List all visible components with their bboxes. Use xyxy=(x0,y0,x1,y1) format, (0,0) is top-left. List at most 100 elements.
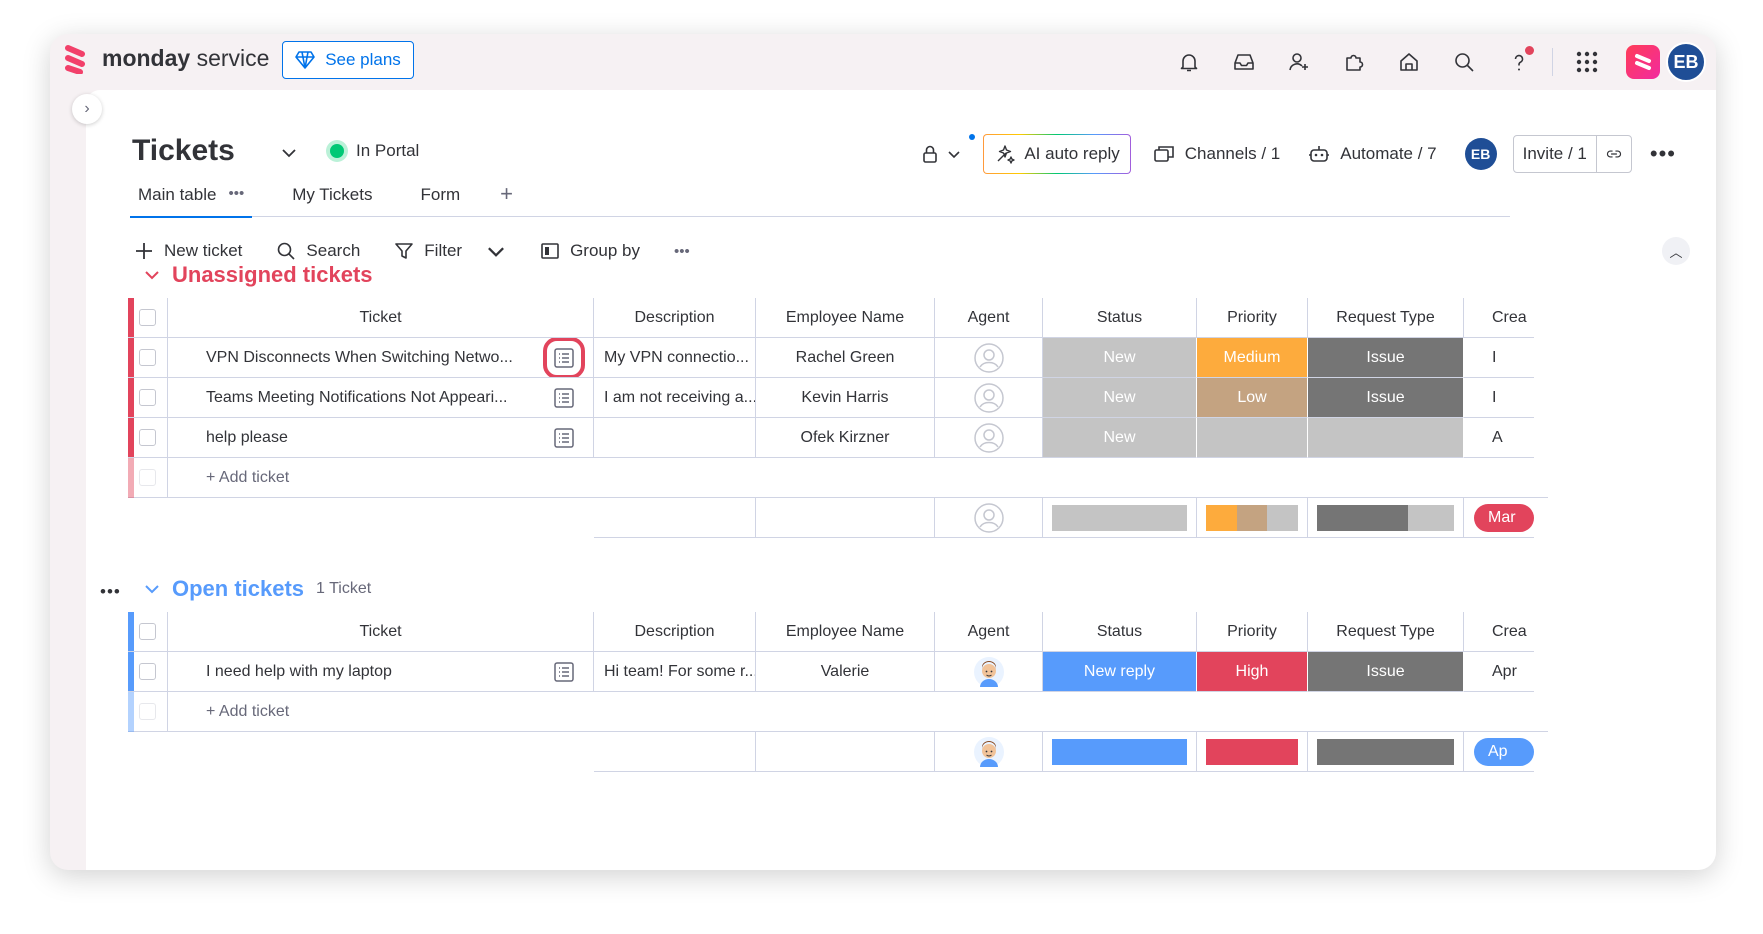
ai-auto-reply-button[interactable]: AI auto reply xyxy=(983,134,1130,174)
column-header[interactable]: Status xyxy=(1043,612,1197,652)
column-header[interactable]: Ticket xyxy=(168,298,594,338)
ticket-name[interactable]: VPN Disconnects When Switching Netwo... xyxy=(206,349,513,367)
row-checkbox-cell[interactable] xyxy=(128,378,168,418)
channels-button[interactable]: Channels / 1 xyxy=(1153,143,1280,165)
column-header[interactable]: Crea xyxy=(1464,612,1534,652)
priority-label[interactable]: Medium xyxy=(1197,338,1308,378)
status-label[interactable]: New xyxy=(1043,418,1197,458)
add-ticket-input[interactable]: + Add ticket xyxy=(168,692,1548,732)
priority-label[interactable] xyxy=(1197,418,1308,458)
status-label[interactable]: New xyxy=(1043,378,1197,418)
select-all-checkbox-cell[interactable] xyxy=(128,298,168,338)
group-options-button[interactable]: ••• xyxy=(100,582,121,602)
summary-distribution-bar[interactable] xyxy=(1317,504,1454,531)
add-ticket-input[interactable]: + Add ticket xyxy=(168,458,1548,498)
collapse-header-button[interactable]: ︿ xyxy=(1662,237,1690,265)
employee-name-cell[interactable]: Valerie xyxy=(756,652,935,692)
tab-options-icon[interactable]: ••• xyxy=(228,185,244,211)
invite-button[interactable]: Invite / 1 xyxy=(1514,144,1596,164)
help-button[interactable] xyxy=(1491,40,1546,84)
search-board-button[interactable]: Search xyxy=(276,241,360,261)
chevron-down-icon[interactable] xyxy=(280,144,298,162)
tab-main-table[interactable]: Main table ••• xyxy=(130,179,253,218)
chevron-down-icon[interactable] xyxy=(486,241,506,261)
column-header[interactable]: Agent xyxy=(935,298,1043,338)
column-header[interactable]: Ticket xyxy=(168,612,594,652)
group-header-open[interactable]: Open tickets 1 Ticket xyxy=(144,576,371,602)
portal-status[interactable]: In Portal xyxy=(330,141,419,161)
request-type-label[interactable]: Issue xyxy=(1308,378,1464,418)
board-title[interactable]: Tickets xyxy=(132,134,235,168)
table-row[interactable]: help please Ofek Kirzner New A xyxy=(128,418,1534,458)
request-type-label[interactable]: Issue xyxy=(1308,652,1464,692)
table-row[interactable]: I need help with my laptop Hi team! For s… xyxy=(128,652,1534,692)
agent-cell[interactable] xyxy=(935,652,1043,692)
ticket-name-cell[interactable]: Teams Meeting Notifications Not Appeari.… xyxy=(168,378,594,418)
new-ticket-button[interactable]: New ticket xyxy=(134,241,242,261)
row-checkbox-cell[interactable] xyxy=(128,418,168,458)
description-cell[interactable]: My VPN connectio... xyxy=(594,338,756,378)
ticket-name-cell[interactable]: help please xyxy=(168,418,594,458)
column-header[interactable]: Priority xyxy=(1197,612,1308,652)
copy-link-button[interactable] xyxy=(1597,147,1631,161)
chevron-down-icon[interactable] xyxy=(144,581,160,597)
row-checkbox-cell[interactable] xyxy=(128,652,168,692)
column-header[interactable]: Description xyxy=(594,298,756,338)
chevron-down-icon[interactable] xyxy=(144,267,160,283)
description-cell[interactable] xyxy=(594,418,756,458)
employee-name-cell[interactable]: Rachel Green xyxy=(756,338,935,378)
automate-button[interactable]: Automate / 7 xyxy=(1308,143,1437,165)
open-item-icon[interactable] xyxy=(543,338,585,377)
checkbox[interactable] xyxy=(139,309,156,326)
column-header[interactable]: Employee Name xyxy=(756,612,935,652)
table-row[interactable]: VPN Disconnects When Switching Netwo... M… xyxy=(128,338,1534,378)
group-title[interactable]: Unassigned tickets xyxy=(172,262,373,288)
table-row[interactable]: Teams Meeting Notifications Not Appeari.… xyxy=(128,378,1534,418)
column-header[interactable]: Request Type xyxy=(1308,298,1464,338)
checkbox[interactable] xyxy=(139,429,156,446)
invite-members-button[interactable] xyxy=(1271,40,1326,84)
open-item-icon[interactable] xyxy=(553,661,575,683)
marketplace-button[interactable] xyxy=(1381,40,1436,84)
ticket-name-cell[interactable]: VPN Disconnects When Switching Netwo... xyxy=(168,338,594,378)
summary-distribution-bar[interactable] xyxy=(1206,738,1298,765)
employee-name-cell[interactable]: Ofek Kirzner xyxy=(756,418,935,458)
group-header-unassigned[interactable]: Unassigned tickets xyxy=(144,262,373,288)
summary-distribution-bar[interactable] xyxy=(1052,738,1187,765)
checkbox[interactable] xyxy=(139,623,156,640)
tab-form[interactable]: Form xyxy=(413,179,469,217)
monday-service-logo[interactable] xyxy=(60,44,90,74)
expand-sidebar-button[interactable]: › xyxy=(72,94,102,124)
see-plans-button[interactable]: See plans xyxy=(282,41,414,79)
open-item-icon[interactable] xyxy=(553,387,575,409)
board-permissions-button[interactable] xyxy=(921,134,976,164)
filter-button[interactable]: Filter xyxy=(394,241,506,261)
apps-grid-button[interactable] xyxy=(1559,40,1614,84)
column-header[interactable]: Agent xyxy=(935,612,1043,652)
agent-cell[interactable] xyxy=(935,418,1043,458)
search-button[interactable] xyxy=(1436,40,1491,84)
row-checkbox-cell[interactable] xyxy=(128,338,168,378)
priority-label[interactable]: Low xyxy=(1197,378,1308,418)
ticket-name[interactable]: I need help with my laptop xyxy=(206,663,392,681)
inbox-button[interactable] xyxy=(1216,40,1271,84)
tab-my-tickets[interactable]: My Tickets xyxy=(284,179,380,217)
group-by-button[interactable]: Group by xyxy=(540,241,640,261)
created-date-cell[interactable]: A xyxy=(1464,418,1534,458)
notifications-button[interactable] xyxy=(1161,40,1216,84)
status-label[interactable]: New xyxy=(1043,338,1197,378)
agent-cell[interactable] xyxy=(935,378,1043,418)
priority-label[interactable]: High xyxy=(1197,652,1308,692)
open-item-icon[interactable] xyxy=(553,427,575,449)
group-title[interactable]: Open tickets xyxy=(172,576,304,602)
checkbox[interactable] xyxy=(139,663,156,680)
user-avatar[interactable]: EB xyxy=(1666,42,1706,82)
employee-name-cell[interactable]: Kevin Harris xyxy=(756,378,935,418)
request-type-label[interactable] xyxy=(1308,418,1464,458)
ticket-name-cell[interactable]: I need help with my laptop xyxy=(168,652,594,692)
request-type-label[interactable]: Issue xyxy=(1308,338,1464,378)
description-cell[interactable]: Hi team! For some r... xyxy=(594,652,756,692)
ticket-name[interactable]: help please xyxy=(206,429,288,447)
add-view-button[interactable]: + xyxy=(500,179,513,205)
summary-distribution-bar[interactable] xyxy=(1052,504,1187,531)
